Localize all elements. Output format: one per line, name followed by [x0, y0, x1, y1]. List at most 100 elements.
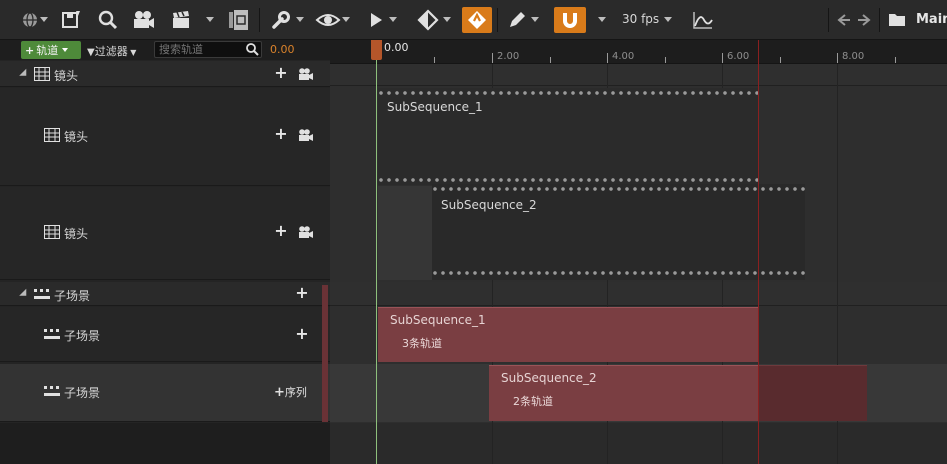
plus-icon: + — [25, 43, 35, 57]
track-row-subscenes[interactable]: 子场景 + — [0, 282, 330, 306]
key-caret-icon[interactable] — [443, 17, 451, 22]
fps-label[interactable]: 30 fps — [622, 12, 659, 26]
pencil-caret-icon[interactable] — [531, 17, 539, 22]
wrench-icon[interactable] — [268, 7, 294, 33]
wrench-caret-icon[interactable] — [296, 17, 304, 22]
clapboard-icon[interactable] — [167, 7, 195, 33]
save-icon[interactable] — [58, 7, 84, 33]
add-camera-cut-button[interactable]: + — [274, 65, 288, 81]
shot-section-1[interactable]: SubSequence_1 — [378, 88, 759, 185]
fps-caret-icon[interactable] — [664, 17, 672, 22]
forward-arrow-icon[interactable] — [856, 7, 872, 33]
subscene-track-icon — [44, 386, 60, 400]
subsequence-title: SubSequence_2 — [501, 371, 597, 385]
track-row-camera-cuts[interactable]: 镜头 + — [0, 61, 330, 87]
shot-track-label: 镜头 — [64, 227, 89, 241]
add-subscene-button[interactable]: + — [295, 285, 309, 301]
shot-title: SubSequence_1 — [387, 100, 483, 114]
camera-icon[interactable] — [298, 67, 314, 84]
subscene-track-icon — [34, 289, 50, 303]
toolbar-separator — [828, 8, 829, 32]
track-row-subscene-1[interactable]: 子场景 + — [0, 307, 330, 362]
camera-icon[interactable] — [298, 128, 314, 145]
key-diamond-icon[interactable] — [414, 7, 442, 33]
track-row-shot-1[interactable]: 镜头 + — [0, 88, 330, 186]
plus-icon: + — [274, 385, 285, 400]
toolbar-separator — [879, 8, 880, 32]
ruler-tick — [722, 53, 723, 63]
film-strip — [432, 186, 805, 194]
filter-button[interactable]: ▼过滤器 ▼ — [87, 43, 136, 59]
subsequence-track-count: 3条轨道 — [402, 337, 442, 350]
playback-end-marker[interactable] — [758, 40, 759, 464]
subscene-group-color-bar — [322, 285, 328, 422]
folder-icon[interactable] — [886, 7, 908, 33]
track-row-subscene-2[interactable]: 子场景 +序列 — [0, 364, 330, 422]
camera-cut-track-icon — [34, 67, 50, 84]
snap-caret-icon[interactable] — [598, 17, 606, 22]
search-icon[interactable] — [246, 43, 259, 59]
camera-cut-track-icon — [44, 225, 60, 242]
ruler-tick — [607, 53, 608, 63]
curve-editor-icon[interactable] — [690, 7, 716, 33]
pencil-icon[interactable] — [504, 7, 530, 33]
ruler-tick-label: 2.00 — [497, 51, 520, 62]
add-track-label: 轨道 — [36, 44, 59, 57]
film-strip — [378, 90, 759, 98]
snap-magnet-icon[interactable] — [554, 7, 586, 33]
camera-cuts-label: 镜头 — [54, 69, 79, 83]
playhead-handle[interactable] — [371, 40, 382, 60]
add-key-button[interactable]: + — [274, 126, 288, 142]
playhead-time-label: 0.00 — [384, 41, 409, 54]
subsequence-title: SubSequence_1 — [390, 313, 486, 327]
track-filter-bar: + 轨道 ▼过滤器 ▼ 0.00 — [0, 40, 330, 60]
world-options-caret-icon[interactable] — [40, 17, 48, 22]
add-track-button[interactable]: + 轨道 — [21, 41, 81, 59]
add-take-button[interactable]: + — [295, 326, 309, 342]
clapboard-caret-icon[interactable] — [206, 17, 214, 22]
toolbar-separator — [259, 8, 260, 32]
render-movie-icon[interactable] — [226, 7, 252, 33]
add-key-button[interactable]: + — [274, 223, 288, 239]
collapse-arrow-icon[interactable] — [19, 68, 30, 80]
shot-title: SubSequence_2 — [441, 198, 537, 212]
subscene-track-icon — [44, 329, 60, 343]
time-ruler[interactable]: 2.00 4.00 6.00 8.00 — [330, 40, 947, 64]
ruler-tick-label: 8.00 — [842, 51, 865, 62]
ruler-tick — [492, 53, 493, 63]
ruler-tick-label: 4.00 — [612, 51, 635, 62]
play-caret-icon[interactable] — [389, 17, 397, 22]
sequencer-toolbar: 30 fps Main — [0, 0, 947, 40]
search-icon[interactable] — [95, 7, 121, 33]
ruler-tick — [837, 53, 838, 63]
camera-icon[interactable] — [130, 7, 158, 33]
sequence-breadcrumb[interactable]: Main — [916, 12, 947, 27]
add-track-caret-icon — [62, 48, 69, 52]
subsequence-section-1[interactable]: SubSequence_1 3条轨道 — [378, 307, 759, 362]
timeline-area[interactable]: 2.00 4.00 6.00 8.00 SubSequence_1 SubSeq… — [330, 40, 947, 464]
add-sequence-button[interactable]: +序列 — [274, 384, 307, 400]
collapse-arrow-icon[interactable] — [19, 288, 30, 300]
world-options-icon[interactable] — [18, 7, 42, 33]
track-outliner: + 轨道 ▼过滤器 ▼ 0.00 镜头 + 镜头 + — [0, 40, 330, 464]
add-sequence-label: 序列 — [284, 386, 307, 399]
shot-section-2[interactable]: SubSequence_2 — [432, 184, 805, 280]
filter-caret-icon: ▼ — [127, 48, 137, 57]
play-icon[interactable] — [366, 7, 386, 33]
funnel-icon: ▼ — [87, 47, 95, 58]
camera-cut-track-icon — [44, 128, 60, 145]
current-time-readout[interactable]: 0.00 — [270, 43, 295, 56]
camera-icon[interactable] — [298, 225, 314, 242]
subscene-label: 子场景 — [64, 329, 101, 343]
playhead-line — [376, 60, 377, 464]
subscene-label: 子场景 — [64, 386, 101, 400]
auto-key-icon[interactable] — [462, 7, 492, 33]
eye-caret-icon[interactable] — [342, 17, 350, 22]
toolbar-separator — [497, 8, 498, 32]
eye-icon[interactable] — [314, 7, 342, 33]
shot-track-label: 镜头 — [64, 130, 89, 144]
film-strip — [432, 270, 805, 278]
filter-label: 过滤器 — [94, 45, 128, 58]
track-row-shot-2[interactable]: 镜头 + — [0, 187, 330, 280]
back-arrow-icon[interactable] — [836, 7, 852, 33]
